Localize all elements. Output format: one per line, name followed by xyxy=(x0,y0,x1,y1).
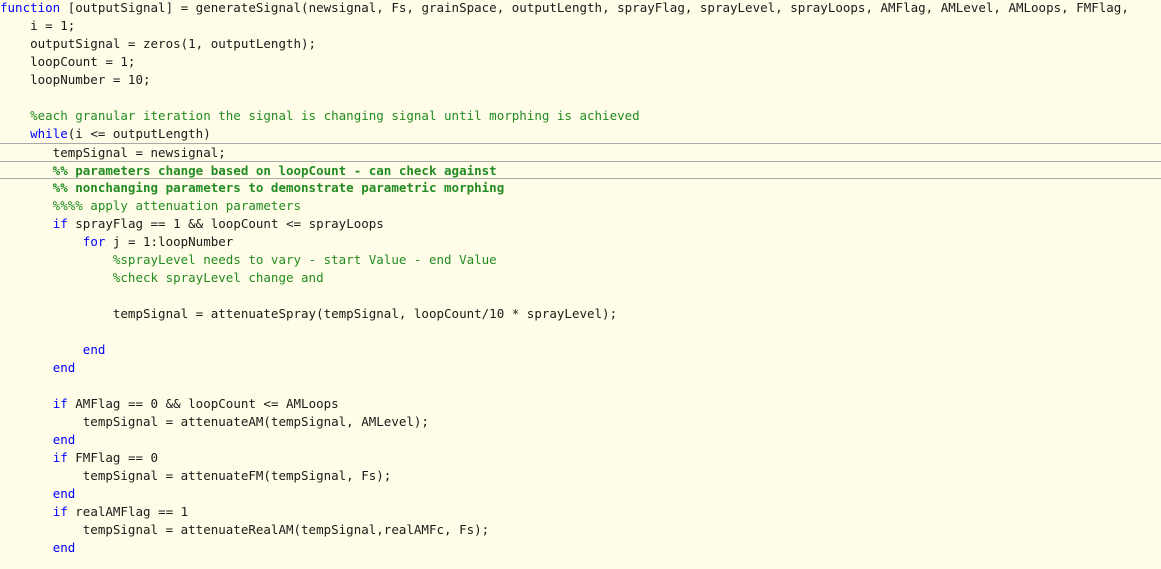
keyword-token: for xyxy=(82,234,106,249)
code-line[interactable]: %sprayLevel needs to vary - start Value … xyxy=(0,251,1161,269)
code-line[interactable] xyxy=(0,287,1161,305)
code-token: tempSignal = attenuateFM(tempSignal, Fs)… xyxy=(0,468,392,483)
code-line[interactable]: while(i <= outputLength) xyxy=(0,125,1161,143)
code-token: outputSignal = zeros(1, outputLength); xyxy=(0,36,317,51)
code-line[interactable] xyxy=(0,89,1161,107)
comment-token: %each granular iteration the signal is c… xyxy=(0,108,640,123)
code-line[interactable]: %%%% apply attenuation parameters xyxy=(0,197,1161,215)
keyword-token: end xyxy=(52,540,76,555)
code-line[interactable]: end xyxy=(0,431,1161,449)
code-token: tempSignal = attenuateSpray(tempSignal, … xyxy=(0,306,618,321)
code-token: j = 1:loopNumber xyxy=(105,234,234,249)
keyword-token: if xyxy=(52,396,68,411)
code-line[interactable]: end xyxy=(0,539,1161,557)
code-line[interactable]: if AMFlag == 0 && loopCount <= AMLoops xyxy=(0,395,1161,413)
code-token: (i <= outputLength) xyxy=(67,126,211,141)
code-line[interactable]: if FMFlag == 0 xyxy=(0,449,1161,467)
code-token: realAMFlag == 1 xyxy=(67,504,189,519)
keyword-token: end xyxy=(52,360,76,375)
code-line[interactable]: tempSignal = attenuateFM(tempSignal, Fs)… xyxy=(0,467,1161,485)
code-line[interactable]: end xyxy=(0,341,1161,359)
code-line[interactable]: for j = 1:loopNumber xyxy=(0,233,1161,251)
code-token: i = 1; xyxy=(0,18,76,33)
code-line[interactable]: i = 1; xyxy=(0,17,1161,35)
code-line[interactable]: %% nonchanging parameters to demonstrate… xyxy=(0,179,1161,197)
code-token: [outputSignal] = generateSignal(newsigna… xyxy=(60,0,1129,15)
code-line[interactable]: loopNumber = 10; xyxy=(0,71,1161,89)
code-token: tempSignal = newsignal; xyxy=(0,145,226,160)
comment-token: %% nonchanging parameters to demonstrate… xyxy=(0,180,505,195)
code-line[interactable]: %check sprayLevel change and xyxy=(0,269,1161,287)
code-line[interactable]: end xyxy=(0,359,1161,377)
code-token: FMFlag == 0 xyxy=(67,450,159,465)
keyword-token: end xyxy=(82,342,106,357)
comment-token: %% parameters change based on loopCount … xyxy=(0,163,497,178)
code-token: loopCount = 1; xyxy=(0,54,136,69)
code-line[interactable]: loopCount = 1; xyxy=(0,53,1161,71)
code-line[interactable]: if sprayFlag == 1 && loopCount <= sprayL… xyxy=(0,215,1161,233)
comment-token: %sprayLevel needs to vary - start Value … xyxy=(0,252,497,267)
code-line[interactable]: function [outputSignal] = generateSignal… xyxy=(0,0,1161,17)
code-line[interactable]: tempSignal = newsignal; xyxy=(0,143,1161,161)
code-line[interactable] xyxy=(0,323,1161,341)
code-line[interactable]: tempSignal = attenuateSpray(tempSignal, … xyxy=(0,305,1161,323)
code-line[interactable]: %% parameters change based on loopCount … xyxy=(0,161,1161,179)
code-editor[interactable]: function [outputSignal] = generateSignal… xyxy=(0,0,1161,569)
code-token: AMFlag == 0 && loopCount <= AMLoops xyxy=(67,396,339,411)
keyword-token: while xyxy=(30,126,68,141)
code-line[interactable]: outputSignal = zeros(1, outputLength); xyxy=(0,35,1161,53)
code-token: tempSignal = attenuateAM(tempSignal, AML… xyxy=(0,414,429,429)
code-token: tempSignal = attenuateRealAM(tempSignal,… xyxy=(0,522,490,537)
code-line[interactable]: if realAMFlag == 1 xyxy=(0,503,1161,521)
code-line[interactable]: end xyxy=(0,485,1161,503)
keyword-token: end xyxy=(52,486,76,501)
comment-token: %%%% apply attenuation parameters xyxy=(0,198,302,213)
code-line[interactable]: %each granular iteration the signal is c… xyxy=(0,107,1161,125)
keyword-token: function xyxy=(0,0,61,15)
code-line[interactable]: tempSignal = attenuateAM(tempSignal, AML… xyxy=(0,413,1161,431)
keyword-token: if xyxy=(52,216,68,231)
code-token: sprayFlag == 1 && loopCount <= sprayLoop… xyxy=(67,216,384,231)
code-line[interactable]: tempSignal = attenuateRealAM(tempSignal,… xyxy=(0,521,1161,539)
keyword-token: end xyxy=(52,432,76,447)
keyword-token: if xyxy=(52,504,68,519)
code-token: loopNumber = 10; xyxy=(0,72,151,87)
code-line[interactable] xyxy=(0,377,1161,395)
keyword-token: if xyxy=(52,450,68,465)
comment-token: %check sprayLevel change and xyxy=(0,270,324,285)
